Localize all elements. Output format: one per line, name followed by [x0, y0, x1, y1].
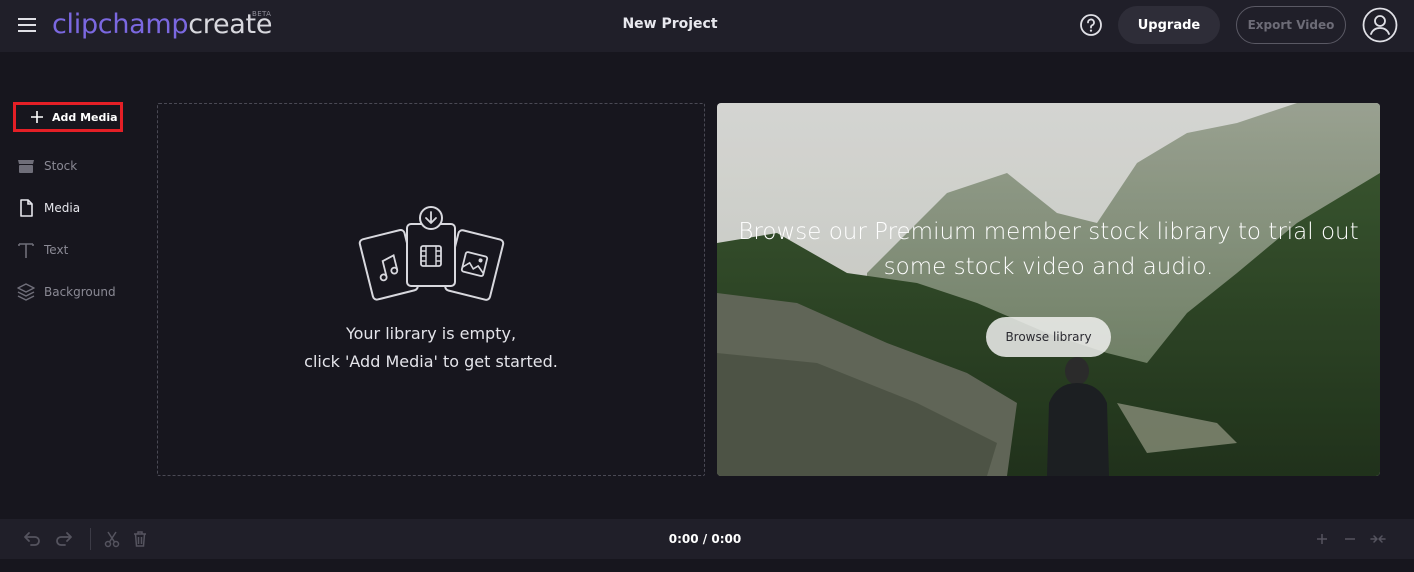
- upgrade-button[interactable]: Upgrade: [1118, 6, 1220, 44]
- sidebar-item-label: Media: [44, 201, 81, 215]
- timeline-toolbar: 0:00 / 0:00: [0, 519, 1414, 559]
- file-icon: [20, 199, 33, 217]
- media-library-dropzone[interactable]: Your library is empty, click 'Add Media'…: [157, 103, 705, 476]
- sidebar-item-label: Stock: [44, 159, 78, 173]
- sidebar-item-media[interactable]: Media: [16, 198, 80, 218]
- app-header: clipchampcreate BETA New Project Upgrade…: [0, 0, 1414, 52]
- layers-icon: [17, 283, 35, 301]
- promo-message-line-1: Browse our Premium member stock library …: [738, 219, 1359, 245]
- undo-icon[interactable]: [22, 529, 42, 549]
- help-icon[interactable]: [1079, 13, 1103, 37]
- toolbar-divider: [90, 528, 91, 550]
- promo-message: Browse our Premium member stock library …: [717, 215, 1380, 285]
- redo-icon[interactable]: [54, 529, 74, 549]
- add-media-label: Add Media: [52, 110, 118, 124]
- empty-library-line-2: click 'Add Media' to get started.: [304, 352, 558, 371]
- scissors-icon[interactable]: [102, 529, 122, 549]
- media-library-illustration: [358, 206, 505, 301]
- sidebar-item-label: Background: [44, 285, 116, 299]
- zoom-out-icon[interactable]: [1340, 529, 1360, 549]
- plus-icon: [31, 111, 43, 123]
- fit-timeline-icon[interactable]: [1368, 529, 1388, 549]
- browse-library-button[interactable]: Browse library: [986, 317, 1111, 357]
- sidebar-item-label: Text: [44, 243, 69, 257]
- stock-promo-panel: Browse our Premium member stock library …: [717, 103, 1380, 476]
- sidebar-item-text[interactable]: Text: [16, 240, 68, 260]
- text-icon: [18, 243, 34, 258]
- app-logo[interactable]: clipchampcreate: [52, 9, 272, 41]
- empty-library-line-1: Your library is empty,: [345, 324, 517, 343]
- user-avatar-icon[interactable]: [1362, 7, 1398, 43]
- promo-message-line-2: some stock video and audio.: [883, 254, 1214, 280]
- sidebar-item-stock[interactable]: Stock: [16, 156, 77, 176]
- zoom-in-icon[interactable]: [1312, 529, 1332, 549]
- project-title[interactable]: New Project: [600, 16, 740, 32]
- mountain-landscape-image: [717, 103, 1380, 476]
- export-video-button[interactable]: Export Video: [1236, 6, 1346, 44]
- timecode-display: 0:00 / 0:00: [668, 532, 742, 546]
- sidebar-item-background[interactable]: Background: [16, 282, 116, 302]
- beta-badge: BETA: [252, 10, 272, 18]
- menu-icon[interactable]: [18, 16, 38, 34]
- add-media-button[interactable]: Add Media: [13, 102, 123, 132]
- stock-icon: [18, 160, 34, 173]
- logo-text-clipchamp: clipchamp: [52, 9, 189, 40]
- trash-icon[interactable]: [130, 529, 150, 549]
